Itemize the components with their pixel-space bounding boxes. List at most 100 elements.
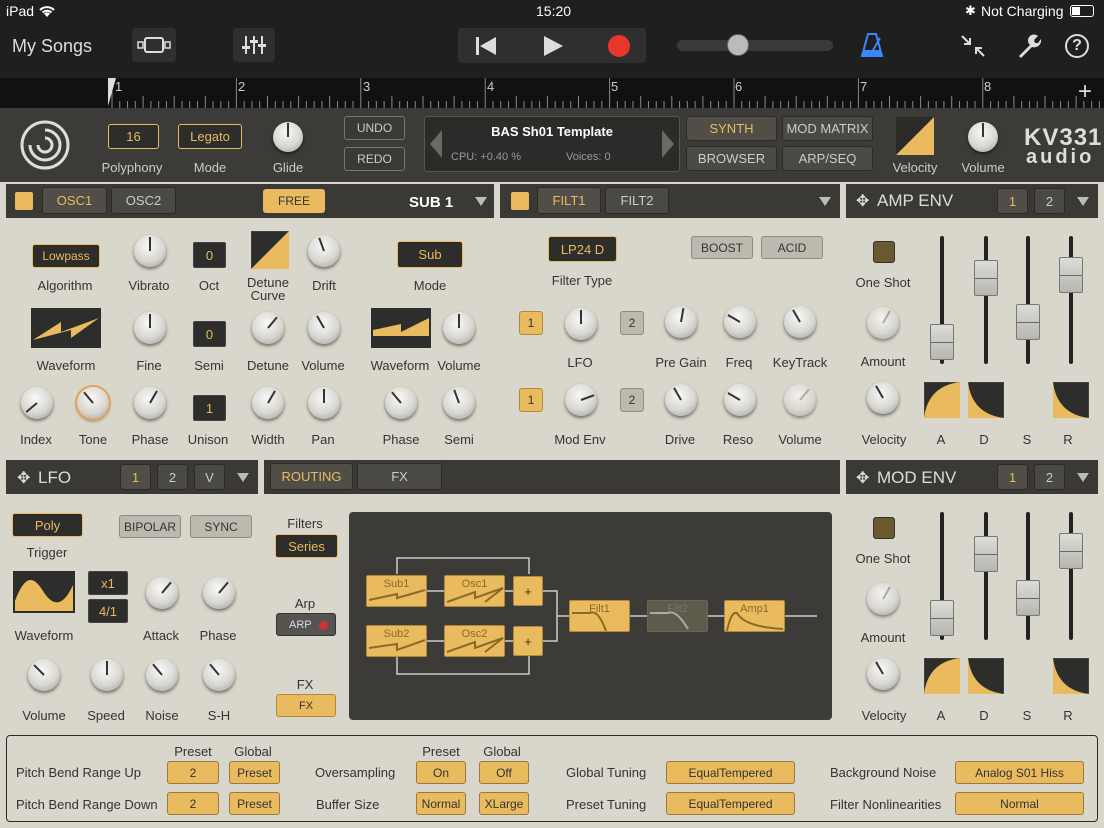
master-volume-thumb[interactable]: [727, 34, 749, 56]
lfo-volume-knob[interactable]: [28, 659, 60, 691]
lfo-attack-knob[interactable]: [146, 577, 178, 609]
width-knob[interactable]: [252, 387, 284, 419]
mod-attack-curve-button[interactable]: [924, 658, 960, 694]
buffer-size-global[interactable]: XLarge: [479, 792, 529, 815]
my-songs-button[interactable]: My Songs: [12, 36, 92, 57]
routing-filt1[interactable]: Filt1: [569, 600, 630, 632]
routing-tab[interactable]: ROUTING: [270, 463, 353, 490]
index-knob[interactable]: [21, 387, 53, 419]
sub-mode-display[interactable]: Sub: [397, 241, 463, 268]
help-icon[interactable]: ?: [1065, 34, 1089, 58]
drive-knob[interactable]: [665, 384, 697, 416]
fx-tab[interactable]: FX: [357, 463, 442, 490]
routing-osc1[interactable]: Osc1: [444, 575, 505, 607]
filter-nonlinearities-select[interactable]: Normal: [955, 792, 1084, 815]
pitch-bend-up-global[interactable]: Preset: [229, 761, 280, 784]
sub-title[interactable]: SUB 1: [409, 194, 453, 211]
amp-velocity-knob[interactable]: [867, 382, 899, 414]
routing-sub2[interactable]: Sub2: [366, 625, 427, 657]
mod-one-shot-toggle[interactable]: [873, 517, 895, 539]
preset-tuning-select[interactable]: EqualTempered: [666, 792, 795, 815]
filters-routing-display[interactable]: Series: [275, 534, 338, 558]
view-toggle-button[interactable]: [132, 28, 176, 62]
oversampling-global[interactable]: Off: [479, 761, 529, 784]
keytrack-knob[interactable]: [784, 306, 816, 338]
amp-decay-curve-button[interactable]: [968, 382, 1004, 418]
amp-amount-knob[interactable]: [867, 307, 899, 339]
mod-velocity-knob[interactable]: [867, 658, 899, 690]
amp-release-slider[interactable]: [1059, 257, 1083, 293]
timeline-ruler[interactable]: [0, 78, 1104, 108]
background-noise-select[interactable]: Analog S01 Hiss: [955, 761, 1084, 784]
bipolar-button[interactable]: BIPOLAR: [119, 515, 181, 538]
lfo-speed-knob[interactable]: [91, 659, 123, 691]
oct-display[interactable]: 0: [193, 242, 226, 268]
global-tuning-select[interactable]: EqualTempered: [666, 761, 795, 784]
sub-volume-knob[interactable]: [443, 312, 475, 344]
sub-phase-knob[interactable]: [385, 387, 417, 419]
routing-filt2[interactable]: Filt2: [647, 600, 708, 632]
boost-button[interactable]: BOOST: [691, 236, 753, 259]
lfo-multiplier-display[interactable]: x1: [88, 571, 128, 595]
routing-sub1[interactable]: Sub1: [366, 575, 427, 607]
add-section-icon[interactable]: +: [1078, 78, 1092, 106]
amp-decay-slider[interactable]: [974, 260, 998, 296]
unison-display[interactable]: 1: [193, 395, 226, 421]
filter-dropdown-icon[interactable]: [819, 197, 831, 206]
polyphony-display[interactable]: 16: [108, 124, 159, 149]
pan-knob[interactable]: [308, 387, 340, 419]
semi-display[interactable]: 0: [193, 321, 226, 347]
pitch-bend-down-global[interactable]: Preset: [229, 792, 280, 815]
drift-knob[interactable]: [308, 235, 340, 267]
lfo-noise-knob[interactable]: [146, 659, 178, 691]
arp-button[interactable]: ARP: [276, 613, 336, 636]
phase-knob[interactable]: [134, 387, 166, 419]
amp-env-tab-1[interactable]: 1: [997, 188, 1028, 214]
tone-knob[interactable]: [77, 387, 109, 419]
lfo-sh-knob[interactable]: [203, 659, 235, 691]
osc-volume-knob[interactable]: [308, 312, 340, 344]
mod-decay-slider[interactable]: [974, 536, 998, 572]
play-icon[interactable]: [541, 34, 565, 58]
master-volume-knob[interactable]: [968, 122, 998, 152]
sub-waveform-display[interactable]: [371, 308, 431, 348]
mod-attack-slider[interactable]: [930, 600, 954, 636]
detune-curve-button[interactable]: [251, 231, 289, 269]
oversampling-preset[interactable]: On: [416, 761, 466, 784]
filter-lfo-2-button[interactable]: 2: [620, 311, 644, 335]
reso-knob[interactable]: [724, 384, 756, 416]
mixer-button[interactable]: [233, 28, 275, 62]
filter-env-2-button[interactable]: 2: [620, 388, 644, 412]
osc1-tab[interactable]: OSC1: [42, 187, 107, 214]
freq-knob[interactable]: [724, 306, 756, 338]
filter-env-1-button[interactable]: 1: [519, 388, 543, 412]
lfo-tab-2[interactable]: 2: [157, 464, 188, 490]
filter-lfo-1-button[interactable]: 1: [519, 311, 543, 335]
mod-decay-curve-button[interactable]: [968, 658, 1004, 694]
routing-amp1[interactable]: Amp1: [724, 600, 785, 632]
algorithm-display[interactable]: Lowpass: [32, 244, 100, 268]
amp-attack-slider[interactable]: [930, 324, 954, 360]
free-button[interactable]: FREE: [263, 189, 325, 213]
arp-seq-tab[interactable]: ARP/SEQ: [782, 146, 873, 171]
lfo-ratio-display[interactable]: 4/1: [88, 599, 128, 623]
lfo-dropdown-icon[interactable]: [237, 473, 249, 482]
minimize-icon[interactable]: [960, 34, 986, 58]
amp-one-shot-toggle[interactable]: [873, 241, 895, 263]
mode-display[interactable]: Legato: [178, 124, 242, 149]
filter-type-display[interactable]: LP24 D: [548, 236, 617, 262]
fine-knob[interactable]: [134, 312, 166, 344]
velocity-curve-button[interactable]: [896, 117, 934, 155]
acid-button[interactable]: ACID: [761, 236, 823, 259]
vibrato-knob[interactable]: [134, 235, 166, 267]
redo-button[interactable]: REDO: [344, 147, 405, 171]
filter-volume-knob[interactable]: [784, 384, 816, 416]
glide-knob[interactable]: [273, 122, 303, 152]
wrench-icon[interactable]: [1016, 33, 1042, 59]
filter-mod-env-knob[interactable]: [565, 384, 597, 416]
buffer-size-preset[interactable]: Normal: [416, 792, 466, 815]
mod-env-tab-2[interactable]: 2: [1034, 464, 1065, 490]
undo-button[interactable]: UNDO: [344, 116, 405, 140]
sub-semi-knob[interactable]: [443, 387, 475, 419]
lfo-trigger-display[interactable]: Poly: [12, 513, 83, 537]
